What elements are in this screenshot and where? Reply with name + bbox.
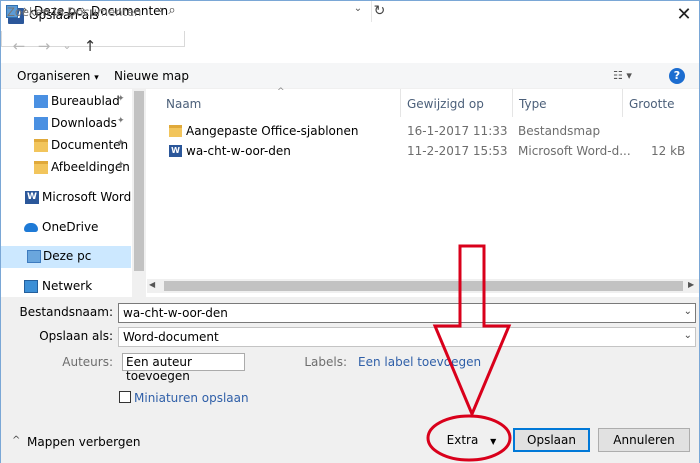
scroll-right-icon[interactable]: ▶ [688,280,694,289]
view-options-icon[interactable]: ☷ ▾ [613,69,643,82]
recent-locations-icon[interactable]: ⌄ [57,37,77,55]
command-toolbar: Organiseren ▾ Nieuwe map ☷ ▾ ? [1,63,699,89]
sidebar-item-label: Deze pc [43,249,92,263]
save-options-panel: Bestandsnaam: wa-cht-w-oor-den ⌄ Opslaan… [1,297,699,463]
sidebar-item-bureaublad[interactable]: Bureaublad ✦ [1,91,131,113]
sidebar-item-label: Netwerk [42,279,93,293]
pc-icon [27,250,41,263]
new-folder-button[interactable]: Nieuwe map [114,69,189,83]
sidebar-item-downloads[interactable]: Downloads ✦ [1,113,131,135]
authors-value: Een auteur toevoegen [126,355,192,383]
word-doc-icon: W [169,145,182,157]
file-row[interactable]: Aangepaste Office-sjablonen 16-1-2017 11… [161,121,699,141]
authors-field[interactable]: Een auteur toevoegen [122,353,245,383]
file-type: Bestandsmap [518,124,601,138]
pin-icon: ✦ [117,160,125,170]
file-size: 12 kB [651,144,686,158]
cancel-button[interactable]: Annuleren [598,428,690,452]
save-button[interactable]: Opslaan [513,428,590,452]
column-header-size[interactable]: Grootte [629,97,674,111]
hide-folders-button[interactable]: Mappen verbergen [27,435,141,449]
column-divider[interactable] [622,89,623,117]
sidebar-item-label: Bureaublad [51,94,120,108]
network-icon [24,280,38,293]
authors-label: Auteurs: [62,355,113,369]
pin-icon: ✦ [117,138,125,148]
column-divider[interactable] [512,89,513,117]
back-arrow-icon[interactable]: ← [9,37,29,55]
navigation-scrollbar-thumb[interactable] [134,91,144,271]
filename-field[interactable]: wa-cht-w-oor-den ⌄ [118,303,696,323]
word-icon: W [25,191,39,204]
sidebar-item-deze-pc[interactable]: Deze pc [1,246,131,268]
help-icon[interactable]: ? [669,68,685,84]
search-input[interactable] [7,4,162,20]
chevron-down-icon[interactable]: ⌄ [684,306,692,317]
up-arrow-icon[interactable]: ↑ [80,37,100,55]
organize-arrow-icon: ▾ [94,73,99,83]
address-dropdown-icon[interactable]: ⌄ [350,3,366,14]
hide-folders-icon[interactable]: ^ [12,435,20,446]
pictures-icon [34,161,48,174]
file-list-scrollbar-thumb[interactable] [164,281,683,291]
scroll-left-icon[interactable]: ◀ [149,280,155,289]
sidebar-item-microsoft-word[interactable]: W Microsoft Word [1,187,131,209]
download-icon [34,117,48,130]
desktop-icon [34,95,48,108]
savetype-value: Word-document [123,330,219,344]
search-icon[interactable]: ⌕ [164,3,180,19]
sidebar-item-afbeeldingen[interactable]: Afbeeldingen ✦ [1,157,131,179]
cloud-icon [24,223,38,232]
sidebar-item-onedrive[interactable]: OneDrive [1,217,131,239]
labels-label: Labels: [304,355,347,369]
organize-button[interactable]: Organiseren ▾ [17,69,99,83]
filename-label: Bestandsnaam: [19,305,113,319]
tools-label: Extra [446,433,479,447]
file-modified: 16-1-2017 11:33 [407,124,508,138]
tools-button[interactable]: Extra ▼ [434,428,509,452]
navigation-pane: Bureaublad ✦ Downloads ✦ Documenten ✦ Af… [1,89,147,303]
pin-icon: ✦ [117,116,125,126]
refresh-icon[interactable]: ↻ [371,1,387,22]
save-thumbnails-label[interactable]: Miniaturen opslaan [134,391,249,405]
filename-value: wa-cht-w-oor-den [123,306,228,320]
file-row[interactable]: W wa-cht-w-oor-den 11-2-2017 15:53 Micro… [161,141,699,161]
documents-icon [34,139,48,152]
tools-dropdown-icon: ▼ [490,437,497,446]
savetype-label: Opslaan als: [39,329,113,343]
save-thumbnails-checkbox[interactable] [119,391,131,403]
sidebar-item-label: Downloads [51,116,117,130]
sidebar-item-netwerk[interactable]: Netwerk [1,276,131,298]
sidebar-item-label: Microsoft Word [42,190,132,204]
file-name: Aangepaste Office-sjablonen [186,124,359,138]
organize-label: Organiseren [17,69,91,83]
sidebar-item-documenten[interactable]: Documenten ✦ [1,135,131,157]
file-modified: 11-2-2017 15:53 [407,144,508,158]
column-divider[interactable] [400,89,401,117]
file-type: Microsoft Word-d... [518,144,631,158]
column-header-modified[interactable]: Gewijzigd op [407,97,484,111]
sort-ascending-icon: ^ [277,87,285,97]
forward-arrow-icon[interactable]: → [34,37,54,55]
close-icon[interactable]: ✕ [673,4,695,26]
sidebar-item-label: OneDrive [42,220,99,234]
folder-icon [169,125,182,137]
column-header-type[interactable]: Type [519,97,547,111]
column-header-name[interactable]: Naam [166,97,201,111]
pin-icon: ✦ [117,94,125,104]
savetype-select[interactable]: Word-document ⌄ [118,327,696,347]
chevron-down-icon[interactable]: ⌄ [684,330,692,341]
file-name: wa-cht-w-oor-den [186,144,291,158]
save-as-dialog: W Opslaan als ✕ ← → ⌄ ↑ › Deze pc › Docu… [0,0,700,463]
labels-link[interactable]: Een label toevoegen [358,355,481,369]
